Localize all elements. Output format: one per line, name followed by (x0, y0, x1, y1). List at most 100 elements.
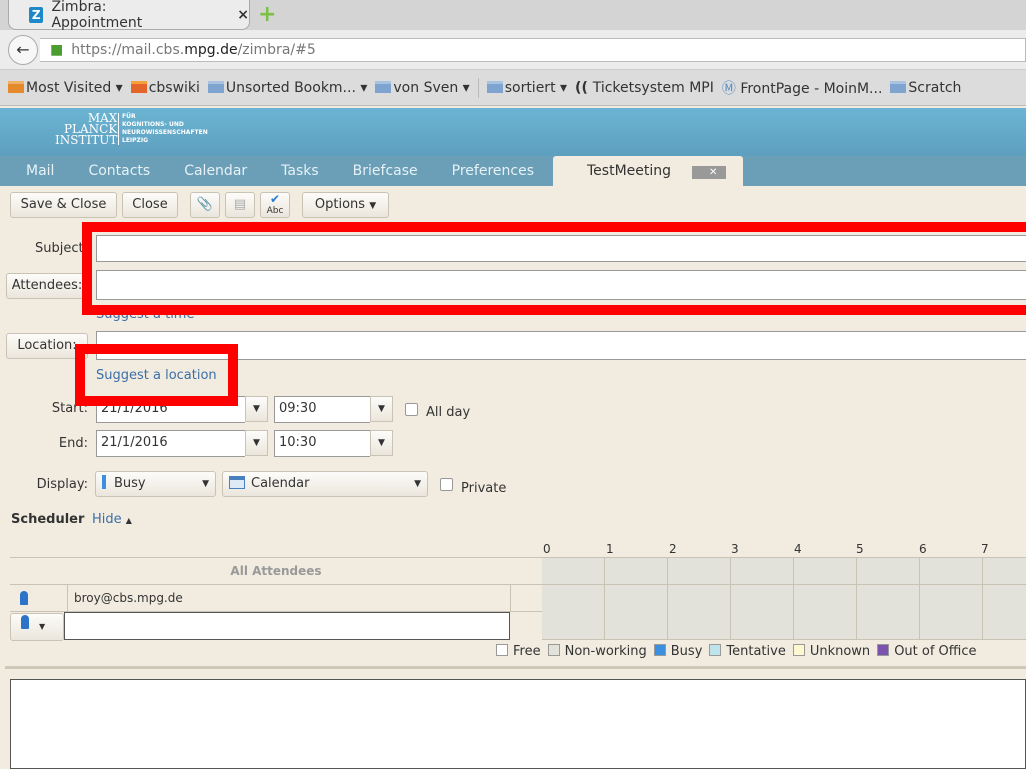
options-button[interactable]: Options ▼ (302, 192, 389, 218)
freebusy-row-new (542, 612, 1026, 640)
print-button[interactable]: ▤ (225, 192, 255, 218)
attendees-button[interactable]: Attendees: (6, 273, 88, 299)
ticket-icon: (( (575, 79, 593, 96)
freebusy-legend: Free Non-working Busy Tentative Unknown … (496, 644, 977, 659)
bookmark-unsorted[interactable]: Unsorted Bookm... ▾ (207, 80, 367, 96)
hour-label: 0 (543, 542, 551, 556)
display-select[interactable]: Busy ▼ (95, 471, 216, 497)
person-icon (20, 591, 28, 605)
display-label: Display: (36, 477, 88, 492)
caret-down-icon: ▼ (39, 622, 46, 631)
tab-calendar[interactable]: Calendar (167, 163, 264, 179)
paperclip-icon: 📎 (196, 197, 214, 212)
caret-down-icon: ▼ (202, 479, 209, 489)
palm-icon (130, 80, 147, 93)
legend-out-of-office: Out of Office (877, 644, 977, 659)
end-date-input[interactable]: 21/1/2016 (96, 430, 245, 457)
start-time-dropdown[interactable]: ▼ (370, 396, 393, 422)
bookmarks-bar: Most Visited ▾ cbswiki Unsorted Bookm...… (0, 70, 1026, 106)
close-icon[interactable]: ✕ (692, 166, 727, 179)
end-label: End: (58, 436, 88, 451)
printer-icon: ▤ (233, 197, 247, 212)
highlight-box-suggest-location (75, 344, 238, 406)
divider (5, 666, 1026, 669)
tab-preferences[interactable]: Preferences (435, 163, 551, 179)
zimbra-icon: Z (29, 6, 44, 23)
tab-briefcase[interactable]: Briefcase (336, 163, 435, 179)
app-header: MAX PLANCK INSTITUT FÜR KOGNITIONS- UND NEUR… (0, 108, 1026, 156)
hour-label: 6 (919, 542, 927, 556)
tab-contacts[interactable]: Contacts (71, 163, 167, 179)
url-bar[interactable]: ■ https://mail.cbs. mpg.de/zimbra/#5 (40, 38, 1026, 62)
all-day-label: All day (426, 405, 471, 420)
freebusy-row-attendee (542, 585, 1026, 613)
tab-testmeeting[interactable]: TestMeeting ✕ (553, 156, 744, 186)
folder-icon (890, 80, 907, 93)
hour-label: 7 (981, 542, 989, 556)
calendar-select[interactable]: Calendar ▼ (222, 471, 428, 497)
bookmark-von-sven[interactable]: von Sven ▾ (375, 80, 470, 96)
close-button[interactable]: Close (122, 192, 178, 218)
bookmark-scratch[interactable]: Scratch (890, 80, 961, 96)
legend-unknown: Unknown (792, 644, 870, 659)
caret-down-icon: ▼ (414, 479, 421, 489)
hour-label: 5 (856, 542, 864, 556)
lock-icon: ■ (50, 42, 64, 58)
caret-up-icon: ▲ (125, 516, 132, 525)
new-tab-icon[interactable]: + (258, 2, 276, 27)
caret-down-icon: ▼ (369, 201, 377, 211)
app-nav: Mail Contacts Calendar Tasks Briefcase P… (0, 156, 1026, 186)
moin-icon: Ⓜ (721, 80, 741, 97)
attendee-email: broy@cbs.mpg.de (67, 585, 511, 611)
most-visited-icon (8, 80, 24, 93)
end-time-dropdown[interactable]: ▼ (370, 430, 393, 456)
attendee-type-dropdown[interactable]: ▼ (10, 613, 64, 641)
spellcheck-button[interactable]: ✔ Abc (260, 192, 290, 218)
back-arrow-icon[interactable]: ← (8, 35, 38, 65)
legend-non-working: Non-working (547, 644, 647, 659)
browser-tab[interactable]: Z Zimbra: Appointment × (8, 0, 250, 31)
freebusy-row-all (542, 557, 1026, 585)
subject-label: Subject: (35, 241, 88, 256)
end-date-dropdown[interactable]: ▼ (245, 430, 268, 456)
folder-icon (375, 80, 392, 93)
close-tab-icon[interactable]: × (237, 7, 249, 23)
logo-subtitle: FÜR KOGNITIONS- UND NEUROWISSENSCHAFTEN LEI… (118, 113, 208, 145)
calendar-icon (229, 476, 245, 489)
tab-mail[interactable]: Mail (0, 163, 71, 179)
browser-tab-bar: Z Zimbra: Appointment × + (0, 0, 1026, 31)
tab-tasks[interactable]: Tasks (264, 163, 336, 179)
folder-icon (486, 80, 503, 93)
attach-button[interactable]: 📎 (190, 192, 220, 218)
all-day-checkbox[interactable] (405, 403, 418, 416)
legend-busy: Busy (653, 644, 702, 659)
add-attendee-input[interactable] (64, 612, 510, 640)
address-row: ← ■ https://mail.cbs. mpg.de/zimbra/#5 (0, 30, 1026, 70)
save-close-button[interactable]: Save & Close (10, 192, 117, 218)
folder-icon (207, 80, 224, 93)
bookmark-ticketsystem[interactable]: (( Ticketsystem MPI (575, 80, 714, 96)
bookmark-frontpage[interactable]: Ⓜ FrontPage - MoinM... (722, 78, 883, 98)
person-icon (21, 615, 29, 629)
hour-label: 2 (669, 542, 677, 556)
start-time-input[interactable]: 09:30 (274, 396, 370, 423)
start-date-dropdown[interactable]: ▼ (245, 396, 268, 422)
notes-editor[interactable] (10, 679, 1026, 769)
bookmark-sortiert[interactable]: sortiert ▾ (486, 80, 567, 96)
private-checkbox[interactable] (440, 478, 453, 491)
bookmark-cbswiki[interactable]: cbswiki (130, 80, 200, 96)
end-time-input[interactable]: 10:30 (274, 430, 370, 457)
legend-tentative: Tentative (709, 644, 786, 659)
hour-label: 3 (731, 542, 739, 556)
attendee-row: broy@cbs.mpg.de (10, 585, 542, 612)
hour-label: 1 (606, 542, 614, 556)
scheduler-title: Scheduler (11, 512, 85, 527)
scheduler-hide-link[interactable]: Hide ▲ (92, 512, 132, 527)
divider (477, 77, 479, 98)
legend-free: Free (496, 644, 541, 659)
checkmark-icon: ✔ (269, 192, 281, 206)
logo: MAX PLANCK INSTITUT (55, 111, 118, 147)
bookmark-most-visited[interactable]: Most Visited ▾ (8, 80, 123, 96)
highlight-box-subject-attendees (82, 222, 1026, 315)
all-attendees-header: All Attendees (10, 557, 542, 585)
